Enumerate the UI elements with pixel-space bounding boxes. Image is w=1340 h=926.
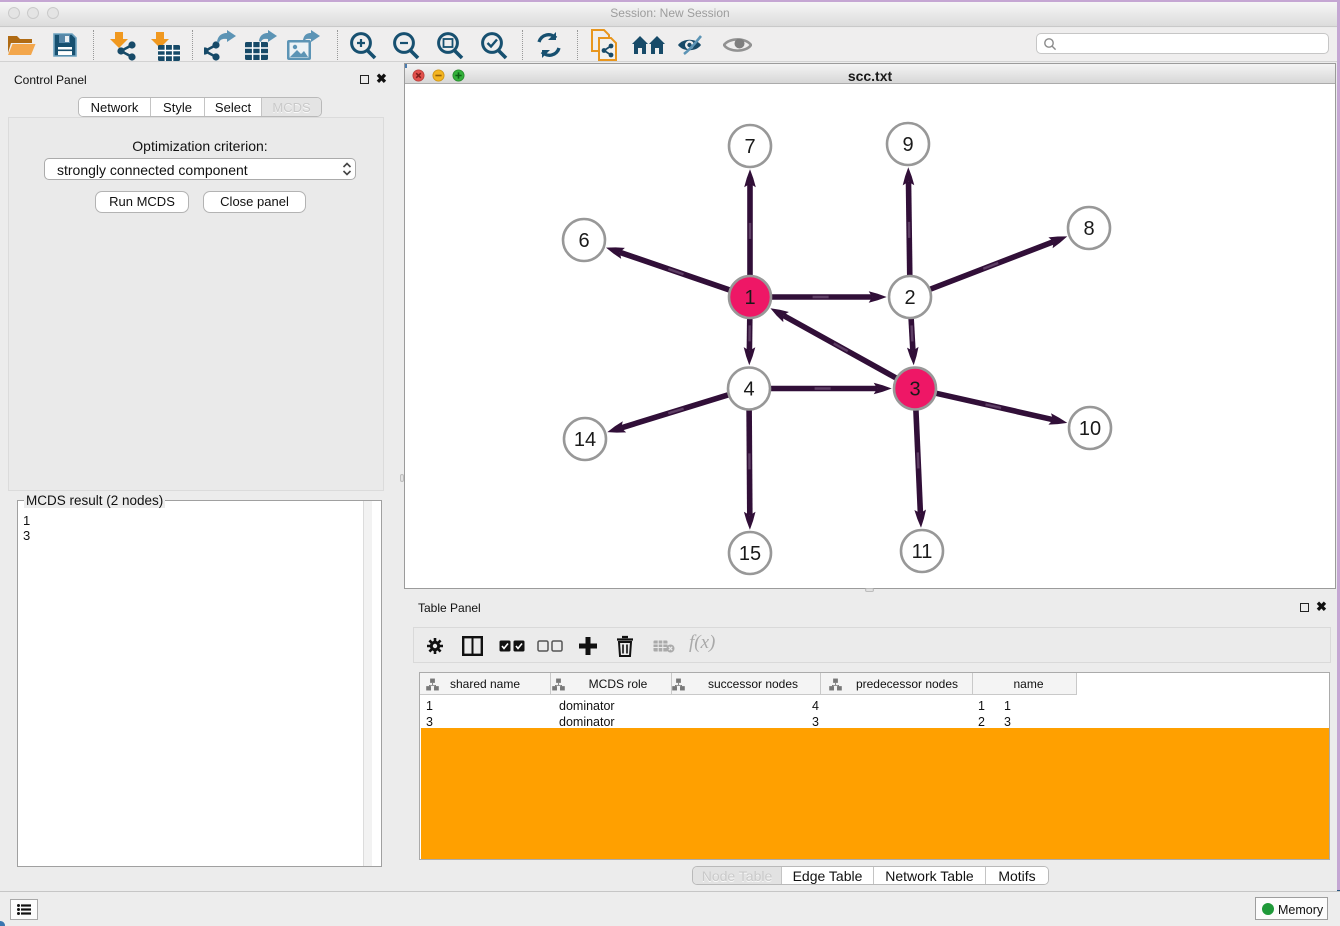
svg-text:2: 2 [904, 287, 915, 309]
svg-text:1: 1 [744, 287, 755, 309]
svg-text:9: 9 [902, 134, 913, 156]
svg-text:7: 7 [744, 136, 755, 158]
svg-text:14: 14 [574, 429, 596, 451]
svg-text:6: 6 [578, 230, 589, 252]
svg-text:4: 4 [743, 379, 754, 401]
svg-text:10: 10 [1079, 418, 1101, 440]
svg-text:11: 11 [912, 541, 933, 563]
svg-text:3: 3 [909, 379, 920, 401]
svg-text:15: 15 [739, 543, 761, 565]
svg-text:8: 8 [1083, 218, 1094, 240]
